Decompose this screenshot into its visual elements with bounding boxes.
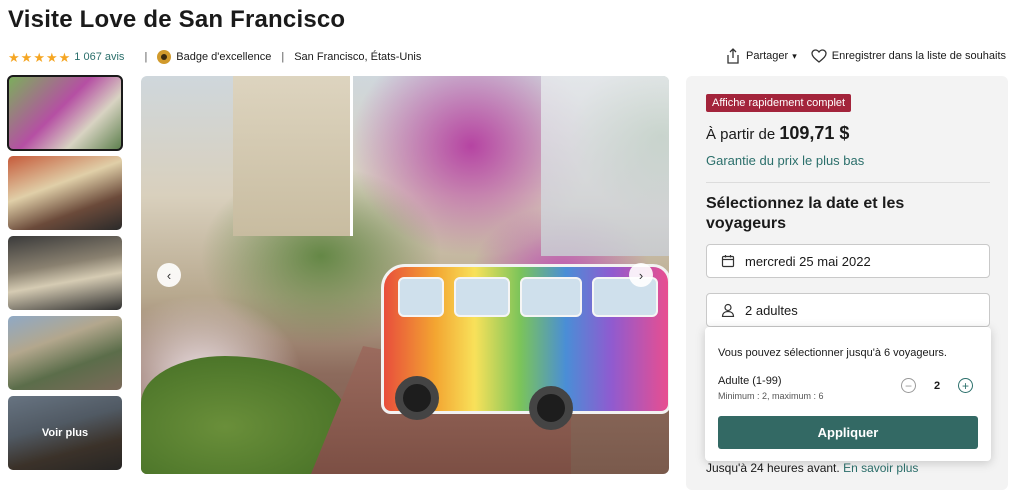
person-icon xyxy=(721,303,735,317)
price-value: 109,71 $ xyxy=(779,123,850,143)
thumbnail-2[interactable] xyxy=(8,156,122,230)
price-guarantee-link[interactable]: Garantie du prix le plus bas xyxy=(706,153,864,168)
van-window xyxy=(398,277,444,317)
increment-button[interactable]: + xyxy=(958,378,973,393)
prev-photo-button[interactable]: ‹ xyxy=(157,263,181,287)
page-title: Visite Love de San Francisco xyxy=(8,6,346,33)
star-icon: ★ xyxy=(45,49,58,65)
reviews-link[interactable]: 1 067 avis xyxy=(74,51,124,63)
meta-row: ★ ★ ★ ★ ★ 1 067 avis | Badge d'excellenc… xyxy=(8,50,421,64)
cancellation-text: Jusqu'à 24 heures avant. xyxy=(706,461,840,475)
actions-bar: Partager ▾ Enregistrer dans la liste de … xyxy=(725,48,1006,64)
adult-stepper: − 2 + xyxy=(901,378,973,393)
divider xyxy=(706,182,990,183)
price-line: À partir de 109,71 $ xyxy=(706,123,849,144)
main-photo: ‹ › xyxy=(141,76,669,474)
travellers-popup: Vous pouvez sélectionner jusqu'à 6 voyag… xyxy=(705,327,991,461)
select-date-title: Sélectionnez la date et les voyageurs xyxy=(706,195,905,232)
separator: | xyxy=(281,51,285,63)
share-icon xyxy=(727,48,739,64)
adult-category-label: Adulte (1-99) xyxy=(718,375,782,387)
thumbnail-list: Voir plus xyxy=(7,75,123,476)
thumbnail-see-more[interactable]: Voir plus xyxy=(8,396,122,470)
decrement-button[interactable]: − xyxy=(901,378,916,393)
star-icon: ★ xyxy=(20,49,33,65)
van-wheel xyxy=(395,376,439,420)
van-window xyxy=(520,277,582,317)
chevron-down-icon: ▾ xyxy=(792,50,797,61)
star-icon: ★ xyxy=(8,49,20,65)
van-wheel xyxy=(529,386,573,430)
rating-stars: ★ ★ ★ ★ ★ xyxy=(8,51,70,64)
thumbnail-4[interactable] xyxy=(8,316,122,390)
wishlist-button[interactable]: Enregistrer dans la liste de souhaits xyxy=(811,49,1006,63)
price-prefix: À partir de xyxy=(706,126,776,143)
travellers-picker[interactable]: 2 adultes xyxy=(706,293,990,327)
adult-limits: Minimum : 2, maximum : 6 xyxy=(718,391,824,401)
date-value: mercredi 25 mai 2022 xyxy=(745,253,871,269)
next-photo-button[interactable]: › xyxy=(629,263,653,287)
thumbnail-3[interactable] xyxy=(8,236,122,310)
thumbnail-1[interactable] xyxy=(7,75,123,151)
travellers-value: 2 adultes xyxy=(745,302,798,318)
travellers-hint: Vous pouvez sélectionner jusqu'à 6 voyag… xyxy=(718,347,947,359)
heart-icon xyxy=(811,49,827,63)
calendar-icon xyxy=(721,255,735,268)
see-more-label: Voir plus xyxy=(8,396,122,470)
photo-house xyxy=(233,76,353,236)
cancellation-note: Jusqu'à 24 heures avant. En savoir plus xyxy=(706,461,918,475)
star-icon: ★ xyxy=(33,49,45,65)
photo-house xyxy=(541,76,669,256)
adult-count: 2 xyxy=(933,379,941,392)
wishlist-label: Enregistrer dans la liste de souhaits xyxy=(831,50,1006,62)
availability-badge: Affiche rapidement complet xyxy=(706,94,852,112)
apply-button[interactable]: Appliquer xyxy=(718,416,978,449)
van-window xyxy=(454,277,510,317)
learn-more-link[interactable]: En savoir plus xyxy=(843,461,918,475)
share-label: Partager xyxy=(746,50,789,62)
separator: | xyxy=(144,51,148,63)
share-button[interactable]: Partager ▾ xyxy=(725,48,797,64)
badge-icon xyxy=(157,50,172,64)
badge-label: Badge d'excellence xyxy=(176,51,272,63)
location-link[interactable]: San Francisco, États-Unis xyxy=(294,51,421,63)
star-icon: ★ xyxy=(58,49,71,65)
date-picker[interactable]: mercredi 25 mai 2022 xyxy=(706,244,990,278)
